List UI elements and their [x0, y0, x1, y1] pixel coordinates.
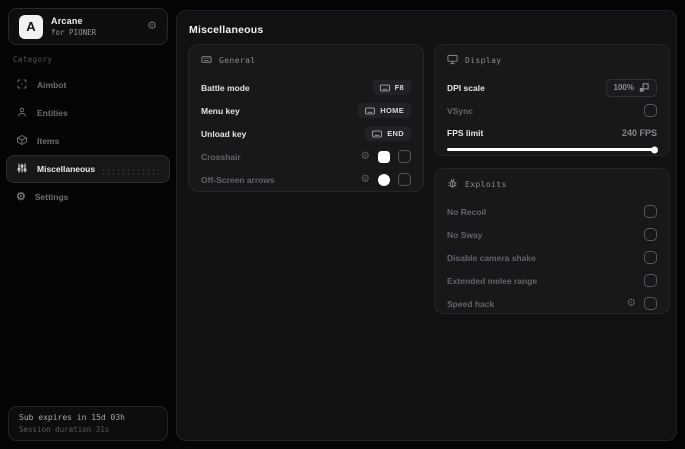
- category-label: Category: [13, 55, 53, 64]
- vsync-checkbox[interactable]: [644, 104, 657, 117]
- unload-key-label: Unload key: [201, 128, 247, 139]
- disable-camera-shake-row: Disable camera shake: [447, 246, 657, 269]
- dpi-scale-value: 100%: [613, 83, 634, 92]
- exploits-card: Exploits No Recoil No Sway Disable camer…: [434, 168, 670, 314]
- menu-key-row: Menu key HOME: [201, 99, 411, 122]
- speed-hack-checkbox[interactable]: [644, 297, 657, 310]
- app-header-card: A Arcane for PIONER ⚙: [8, 8, 168, 45]
- page-title: Miscellaneous: [189, 24, 264, 36]
- fps-slider-knob[interactable]: [651, 146, 658, 153]
- gear-icon: ⚙: [16, 190, 26, 203]
- sliders-icon: [16, 162, 28, 176]
- key-icon: [365, 107, 376, 114]
- extended-melee-range-row: Extended melee range: [447, 269, 657, 292]
- sidebar-item-label: Settings: [34, 192, 69, 202]
- app-meta: Arcane for PIONER: [51, 15, 139, 37]
- extended-melee-range-label: Extended melee range: [447, 275, 538, 286]
- app-name: Arcane: [51, 15, 83, 26]
- active-item-texture: [101, 168, 159, 177]
- disable-camera-shake-label: Disable camera shake: [447, 252, 536, 263]
- disable-camera-shake-checkbox[interactable]: [644, 251, 657, 264]
- scale-icon: [639, 82, 649, 92]
- sidebar-nav: Aimbot Entities Items Miscellaneous ⚙ Se…: [6, 71, 170, 211]
- general-card-title: General: [219, 56, 256, 65]
- app-settings-icon[interactable]: ⚙: [147, 21, 157, 32]
- menu-key-label: Menu key: [201, 105, 240, 116]
- display-card-header: Display: [447, 45, 657, 76]
- sidebar-item-items[interactable]: Items: [6, 127, 170, 155]
- sub-expiry-text: Sub expires in 15d 03h: [19, 413, 125, 422]
- battle-mode-keybind[interactable]: F8: [372, 80, 411, 95]
- extended-melee-range-checkbox[interactable]: [644, 274, 657, 287]
- key-icon: [372, 130, 383, 137]
- no-recoil-label: No Recoil: [447, 206, 487, 217]
- session-duration-text: Session duration 31s: [19, 425, 110, 434]
- crosshair-color-swatch[interactable]: [378, 150, 390, 163]
- vsync-row: VSync: [447, 99, 657, 122]
- key-icon: [379, 84, 390, 91]
- no-sway-label: No Sway: [447, 229, 483, 240]
- app-subtitle: for PIONER: [51, 27, 97, 37]
- fps-limit-value: 240 FPS: [621, 127, 657, 138]
- sidebar-item-label: Miscellaneous: [37, 164, 96, 174]
- offscreen-arrows-color-swatch[interactable]: [378, 173, 390, 186]
- sidebar-item-label: Items: [37, 136, 60, 146]
- sidebar-item-miscellaneous[interactable]: Miscellaneous: [6, 155, 170, 183]
- crosshair-row: Crosshair ⚙: [201, 145, 411, 168]
- unload-keybind[interactable]: END: [365, 126, 411, 141]
- vsync-label: VSync: [447, 105, 473, 116]
- sidebar-item-settings[interactable]: ⚙ Settings: [6, 183, 170, 211]
- unload-key-row: Unload key END: [201, 122, 411, 145]
- app-logo: A: [19, 14, 43, 39]
- main-panel: Miscellaneous General Battle mode F8 Men…: [176, 10, 677, 441]
- unload-key: END: [387, 129, 404, 138]
- crosshair-checkbox[interactable]: [398, 150, 411, 163]
- battle-mode-key: F8: [394, 83, 404, 92]
- offscreen-arrows-settings-icon[interactable]: ⚙: [361, 174, 370, 185]
- no-recoil-row: No Recoil: [447, 200, 657, 223]
- sidebar-item-aimbot[interactable]: Aimbot: [6, 71, 170, 99]
- keyboard-icon: [201, 54, 212, 67]
- general-card: General Battle mode F8 Menu key HOME Unl…: [188, 44, 424, 192]
- exploits-card-header: Exploits: [447, 169, 657, 200]
- speed-hack-label: Speed hack: [447, 298, 495, 309]
- offscreen-arrows-row: Off-Screen arrows ⚙: [201, 168, 411, 191]
- dpi-scale-label: DPI scale: [447, 82, 485, 93]
- exploits-card-title: Exploits: [465, 180, 507, 189]
- display-card-title: Display: [465, 56, 502, 65]
- speed-hack-settings-icon[interactable]: ⚙: [627, 298, 636, 309]
- battle-mode-row: Battle mode F8: [201, 76, 411, 99]
- no-sway-checkbox[interactable]: [644, 228, 657, 241]
- crosshair-icon: [16, 78, 28, 92]
- box-icon: [16, 134, 28, 148]
- sidebar-item-entities[interactable]: Entities: [6, 99, 170, 127]
- sidebar-item-label: Entities: [37, 108, 68, 118]
- subscription-info-card: Sub expires in 15d 03h Session duration …: [8, 406, 168, 441]
- speed-hack-row: Speed hack ⚙: [447, 292, 657, 315]
- dpi-scale-select[interactable]: 100%: [605, 78, 657, 97]
- fps-limit-slider[interactable]: [447, 146, 658, 153]
- offscreen-arrows-checkbox[interactable]: [398, 173, 411, 186]
- menu-key: HOME: [380, 106, 404, 115]
- crosshair-label: Crosshair: [201, 151, 241, 162]
- bug-icon: [447, 178, 458, 191]
- fps-limit-row: FPS limit 240 FPS: [447, 122, 657, 143]
- battle-mode-label: Battle mode: [201, 82, 250, 93]
- crosshair-settings-icon[interactable]: ⚙: [361, 151, 370, 162]
- fps-limit-label: FPS limit: [447, 127, 484, 138]
- monitor-icon: [447, 54, 458, 67]
- app-window: A Arcane for PIONER ⚙ Category Aimbot En…: [0, 0, 685, 449]
- no-recoil-checkbox[interactable]: [644, 205, 657, 218]
- app-logo-letter: A: [26, 19, 36, 34]
- person-icon: [16, 106, 28, 120]
- no-sway-row: No Sway: [447, 223, 657, 246]
- offscreen-arrows-label: Off-Screen arrows: [201, 174, 275, 185]
- sidebar-item-label: Aimbot: [37, 80, 67, 90]
- dpi-scale-row: DPI scale 100%: [447, 76, 657, 99]
- general-card-header: General: [201, 45, 411, 76]
- display-card: Display DPI scale 100% VSync FPS limit 2…: [434, 44, 670, 156]
- menu-keybind[interactable]: HOME: [358, 103, 411, 118]
